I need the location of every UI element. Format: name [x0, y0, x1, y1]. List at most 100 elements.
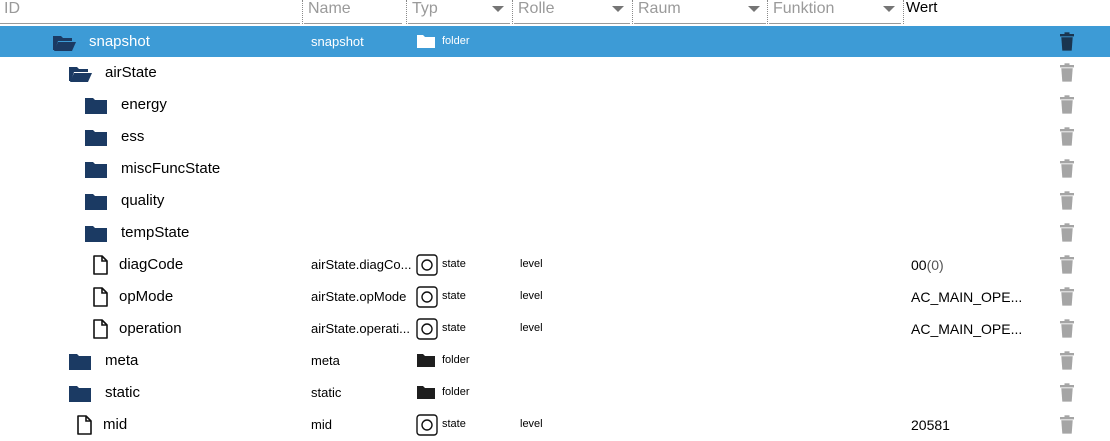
room-filter-label: Raum	[638, 0, 681, 17]
chevron-down-icon	[748, 6, 760, 12]
row-id-label: tempState	[121, 224, 190, 241]
row-type: state	[442, 258, 466, 270]
row-id-label: operation	[119, 320, 182, 337]
folder-icon[interactable]	[68, 353, 92, 371]
chevron-down-icon	[883, 6, 895, 12]
chevron-down-icon	[612, 6, 624, 12]
tree-row-meta[interactable]: meta meta folder	[0, 345, 1110, 377]
row-value[interactable]: AC_MAIN_OPE...	[911, 321, 1031, 337]
tree-row-airState[interactable]: airState	[0, 57, 1110, 89]
folder-icon[interactable]	[84, 161, 108, 179]
row-name: meta	[311, 354, 340, 368]
type-state-icon	[416, 318, 438, 345]
tree-row-static[interactable]: static static folder	[0, 377, 1110, 409]
row-id-label: airState	[105, 64, 157, 81]
trash-icon[interactable]	[1059, 255, 1075, 274]
id-filter-placeholder: ID	[4, 0, 20, 17]
column-header: ID Name Typ Rolle Raum Funktion Wert	[0, 0, 1110, 26]
tree-row-ess[interactable]: ess	[0, 121, 1110, 153]
row-id-label: snapshot	[89, 33, 150, 50]
row-name: airState.operati...	[311, 322, 410, 336]
row-type: folder	[442, 386, 470, 398]
tree-row-tempState[interactable]: tempState	[0, 217, 1110, 249]
row-type: state	[442, 290, 466, 302]
tree-row-operation[interactable]: operation airState.operati... state level AC…	[0, 313, 1110, 345]
type-state-icon	[416, 414, 438, 441]
row-type: folder	[442, 35, 470, 47]
tree-row-quality[interactable]: quality	[0, 185, 1110, 217]
row-value-text: 20581	[911, 417, 950, 433]
row-id-label: diagCode	[119, 256, 184, 273]
role-filter-select[interactable]: Rolle	[514, 0, 630, 25]
row-role: level	[520, 290, 543, 302]
type-filter-label: Typ	[412, 0, 438, 17]
tree-row-snapshot[interactable]: snapshot snapshot folder	[0, 26, 1110, 57]
row-id-label: mid	[103, 416, 128, 433]
type-filter-select[interactable]: Typ	[408, 0, 510, 25]
object-tree: snapshot snapshot folder airState energy ess m…	[0, 25, 1110, 441]
name-filter-input[interactable]: Name	[304, 0, 402, 25]
type-state-icon	[416, 254, 438, 281]
role-filter-label: Rolle	[518, 0, 555, 17]
trash-icon[interactable]	[1059, 383, 1075, 402]
folder-open-icon[interactable]	[52, 34, 76, 52]
tree-row-miscFuncState[interactable]: miscFuncState	[0, 153, 1110, 185]
trash-icon[interactable]	[1059, 63, 1075, 82]
row-value-text: 00	[911, 257, 927, 273]
name-filter-placeholder: Name	[308, 0, 351, 17]
row-name: snapshot	[311, 35, 364, 49]
row-id-label: ess	[121, 128, 145, 145]
row-name: airState.opMode	[311, 290, 407, 304]
tree-row-energy[interactable]: energy	[0, 89, 1110, 121]
row-id-label: quality	[121, 192, 165, 209]
row-value-text: AC_MAIN_OPE...	[911, 289, 1023, 305]
folder-icon[interactable]	[84, 129, 108, 147]
type-state-icon	[416, 286, 438, 313]
trash-icon[interactable]	[1059, 159, 1075, 178]
file-icon[interactable]	[76, 415, 100, 435]
row-value-text: AC_MAIN_OPE...	[911, 321, 1023, 337]
row-value-quality: (0)	[926, 257, 944, 273]
row-value[interactable]: 00(0)	[911, 257, 1031, 273]
row-role: level	[520, 418, 543, 430]
trash-icon[interactable]	[1059, 319, 1075, 338]
folder-icon[interactable]	[84, 193, 108, 211]
trash-icon[interactable]	[1059, 127, 1075, 146]
file-icon[interactable]	[92, 319, 116, 339]
row-type: state	[442, 322, 466, 334]
function-filter-label: Funktion	[773, 0, 835, 17]
type-folder-icon	[416, 34, 436, 54]
trash-icon[interactable]	[1059, 351, 1075, 370]
folder-open-icon[interactable]	[68, 65, 92, 83]
row-id-label: energy	[121, 96, 167, 113]
room-filter-select[interactable]: Raum	[634, 0, 766, 25]
function-filter-select[interactable]: Funktion	[769, 0, 901, 25]
tree-row-diagCode[interactable]: diagCode airState.diagCo... state level 00(0…	[0, 249, 1110, 281]
row-name: static	[311, 386, 342, 400]
row-type: folder	[442, 354, 470, 366]
type-folder-icon	[416, 353, 436, 373]
row-id-label: opMode	[119, 288, 174, 305]
tree-row-mid[interactable]: mid mid state level 20581	[0, 409, 1110, 441]
row-id-label: miscFuncState	[121, 160, 221, 177]
row-role: level	[520, 258, 543, 270]
type-folder-icon	[416, 385, 436, 405]
row-name: mid	[311, 418, 332, 432]
folder-icon[interactable]	[68, 385, 92, 403]
trash-icon[interactable]	[1059, 415, 1075, 434]
trash-icon[interactable]	[1059, 32, 1075, 51]
row-value[interactable]: 20581	[911, 417, 1031, 433]
trash-icon[interactable]	[1059, 223, 1075, 242]
file-icon[interactable]	[92, 255, 116, 275]
folder-icon[interactable]	[84, 225, 108, 243]
trash-icon[interactable]	[1059, 287, 1075, 306]
trash-icon[interactable]	[1059, 95, 1075, 114]
trash-icon[interactable]	[1059, 191, 1075, 210]
tree-row-opMode[interactable]: opMode airState.opMode state level AC_MAIN_O…	[0, 281, 1110, 313]
row-value[interactable]: AC_MAIN_OPE...	[911, 289, 1031, 305]
folder-icon[interactable]	[84, 97, 108, 115]
id-filter-input[interactable]: ID	[0, 0, 300, 25]
file-icon[interactable]	[92, 287, 116, 307]
row-id-label: meta	[105, 352, 139, 369]
row-name: airState.diagCo...	[311, 258, 411, 272]
